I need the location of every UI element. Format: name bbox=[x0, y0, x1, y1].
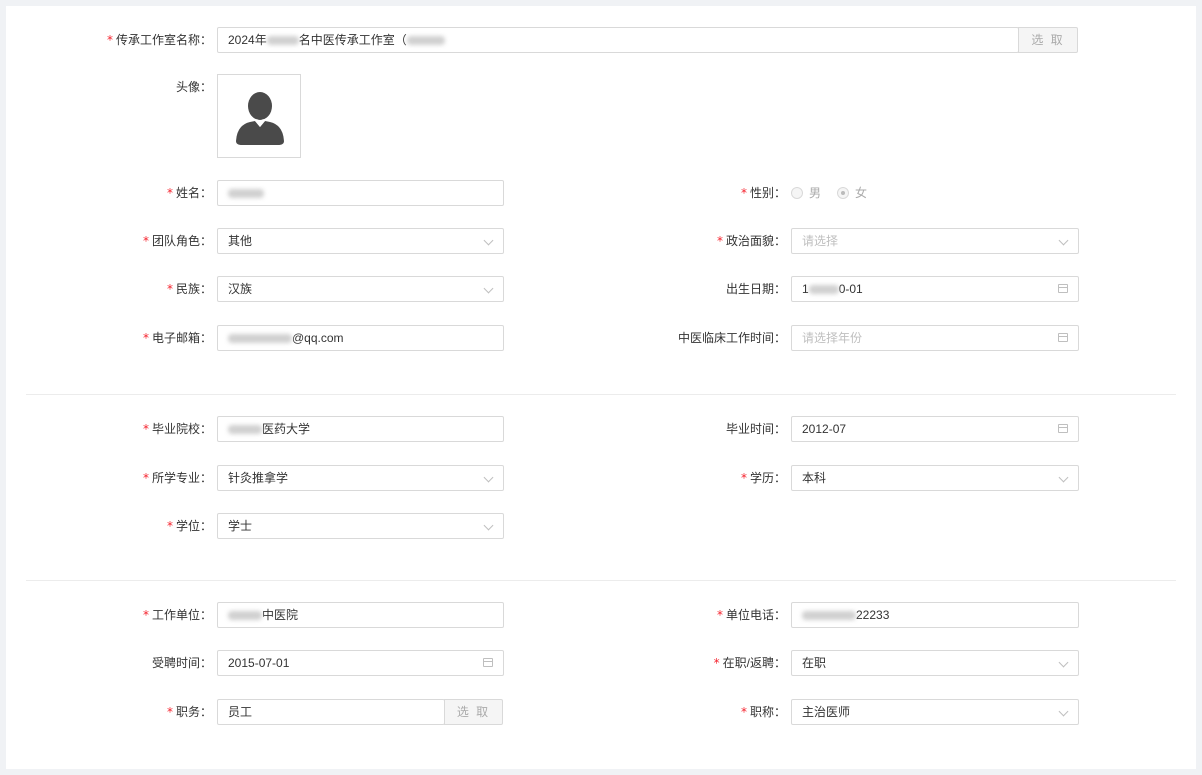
form-panel: * 传承工作室名称： 2024年 名中医传承工作室（ 选 取 头像： * 姓名： * 性… bbox=[6, 6, 1196, 769]
political-select[interactable]: 请选择 bbox=[791, 228, 1079, 254]
school-label: * 毕业院校： bbox=[142, 422, 212, 436]
birth-date-picker[interactable]: 1 0-01 bbox=[791, 276, 1079, 302]
email-input[interactable]: @qq.com bbox=[217, 325, 504, 351]
position-pick-button[interactable]: 选 取 bbox=[444, 699, 503, 725]
major-select[interactable]: 针灸推拿学 bbox=[217, 465, 504, 491]
unit-phone-label: * 单位电话： bbox=[716, 608, 786, 622]
grad-time-label: 毕业时间： bbox=[725, 422, 786, 436]
status-select[interactable]: 在职 bbox=[791, 650, 1079, 676]
hire-time-label: 受聘时间： bbox=[151, 656, 212, 670]
studio-label: * 传承工作室名称： bbox=[106, 33, 212, 47]
birth-label: 出生日期： bbox=[725, 282, 786, 296]
major-label: * 所学专业： bbox=[142, 471, 212, 485]
position-label: * 职务： bbox=[166, 705, 212, 719]
calendar-icon bbox=[1058, 424, 1068, 433]
calendar-icon bbox=[483, 658, 493, 667]
name-label: * 姓名： bbox=[166, 186, 212, 200]
degree-select[interactable]: 学士 bbox=[217, 513, 504, 539]
employer-label: * 工作单位： bbox=[142, 608, 212, 622]
unit-phone-input[interactable]: 22233 bbox=[791, 602, 1079, 628]
calendar-icon bbox=[1058, 284, 1068, 293]
chevron-down-icon bbox=[1058, 706, 1069, 717]
gender-radio-male[interactable]: 男 bbox=[791, 180, 821, 206]
email-label: * 电子邮箱： bbox=[142, 331, 212, 345]
tcm-time-label: 中医临床工作时间： bbox=[677, 331, 786, 345]
education-select[interactable]: 本科 bbox=[791, 465, 1079, 491]
education-label: * 学历： bbox=[740, 471, 786, 485]
radio-female[interactable] bbox=[837, 186, 849, 199]
employer-input[interactable]: 中医院 bbox=[217, 602, 504, 628]
degree-label: * 学位： bbox=[166, 519, 212, 533]
status-label: * 在职/返聘： bbox=[713, 656, 786, 670]
avatar-label: 头像： bbox=[175, 80, 212, 94]
ethnicity-select[interactable]: 汉族 bbox=[217, 276, 504, 302]
name-input[interactable] bbox=[217, 180, 504, 206]
hire-time-picker[interactable]: 2015-07-01 bbox=[217, 650, 504, 676]
studio-pick-button[interactable]: 选 取 bbox=[1018, 27, 1078, 53]
section-divider bbox=[26, 394, 1176, 395]
studio-name-field[interactable]: 2024年 名中医传承工作室（ bbox=[217, 27, 1019, 53]
position-field[interactable]: 员工 bbox=[217, 699, 445, 725]
chevron-down-icon bbox=[483, 283, 494, 294]
user-silhouette-icon bbox=[236, 92, 284, 145]
chevron-down-icon bbox=[1058, 657, 1069, 668]
section-divider bbox=[26, 580, 1176, 581]
ethnicity-label: * 民族： bbox=[166, 282, 212, 296]
team-role-label: * 团队角色： bbox=[142, 234, 212, 248]
chevron-down-icon bbox=[483, 235, 494, 246]
calendar-icon bbox=[1058, 333, 1068, 342]
grad-time-picker[interactable]: 2012-07 bbox=[791, 416, 1079, 442]
tcm-time-picker[interactable]: 请选择年份 bbox=[791, 325, 1079, 351]
team-role-select[interactable]: 其他 bbox=[217, 228, 504, 254]
chevron-down-icon bbox=[1058, 235, 1069, 246]
political-label: * 政治面貌： bbox=[716, 234, 786, 248]
avatar-upload[interactable] bbox=[217, 74, 301, 158]
gender-label: * 性别： bbox=[740, 186, 786, 200]
chevron-down-icon bbox=[483, 472, 494, 483]
gender-radio-female[interactable]: 女 bbox=[837, 180, 867, 206]
chevron-down-icon bbox=[1058, 472, 1069, 483]
chevron-down-icon bbox=[483, 520, 494, 531]
radio-male[interactable] bbox=[791, 186, 803, 199]
school-input[interactable]: 医药大学 bbox=[217, 416, 504, 442]
title-label: * 职称： bbox=[740, 705, 786, 719]
title-select[interactable]: 主治医师 bbox=[791, 699, 1079, 725]
